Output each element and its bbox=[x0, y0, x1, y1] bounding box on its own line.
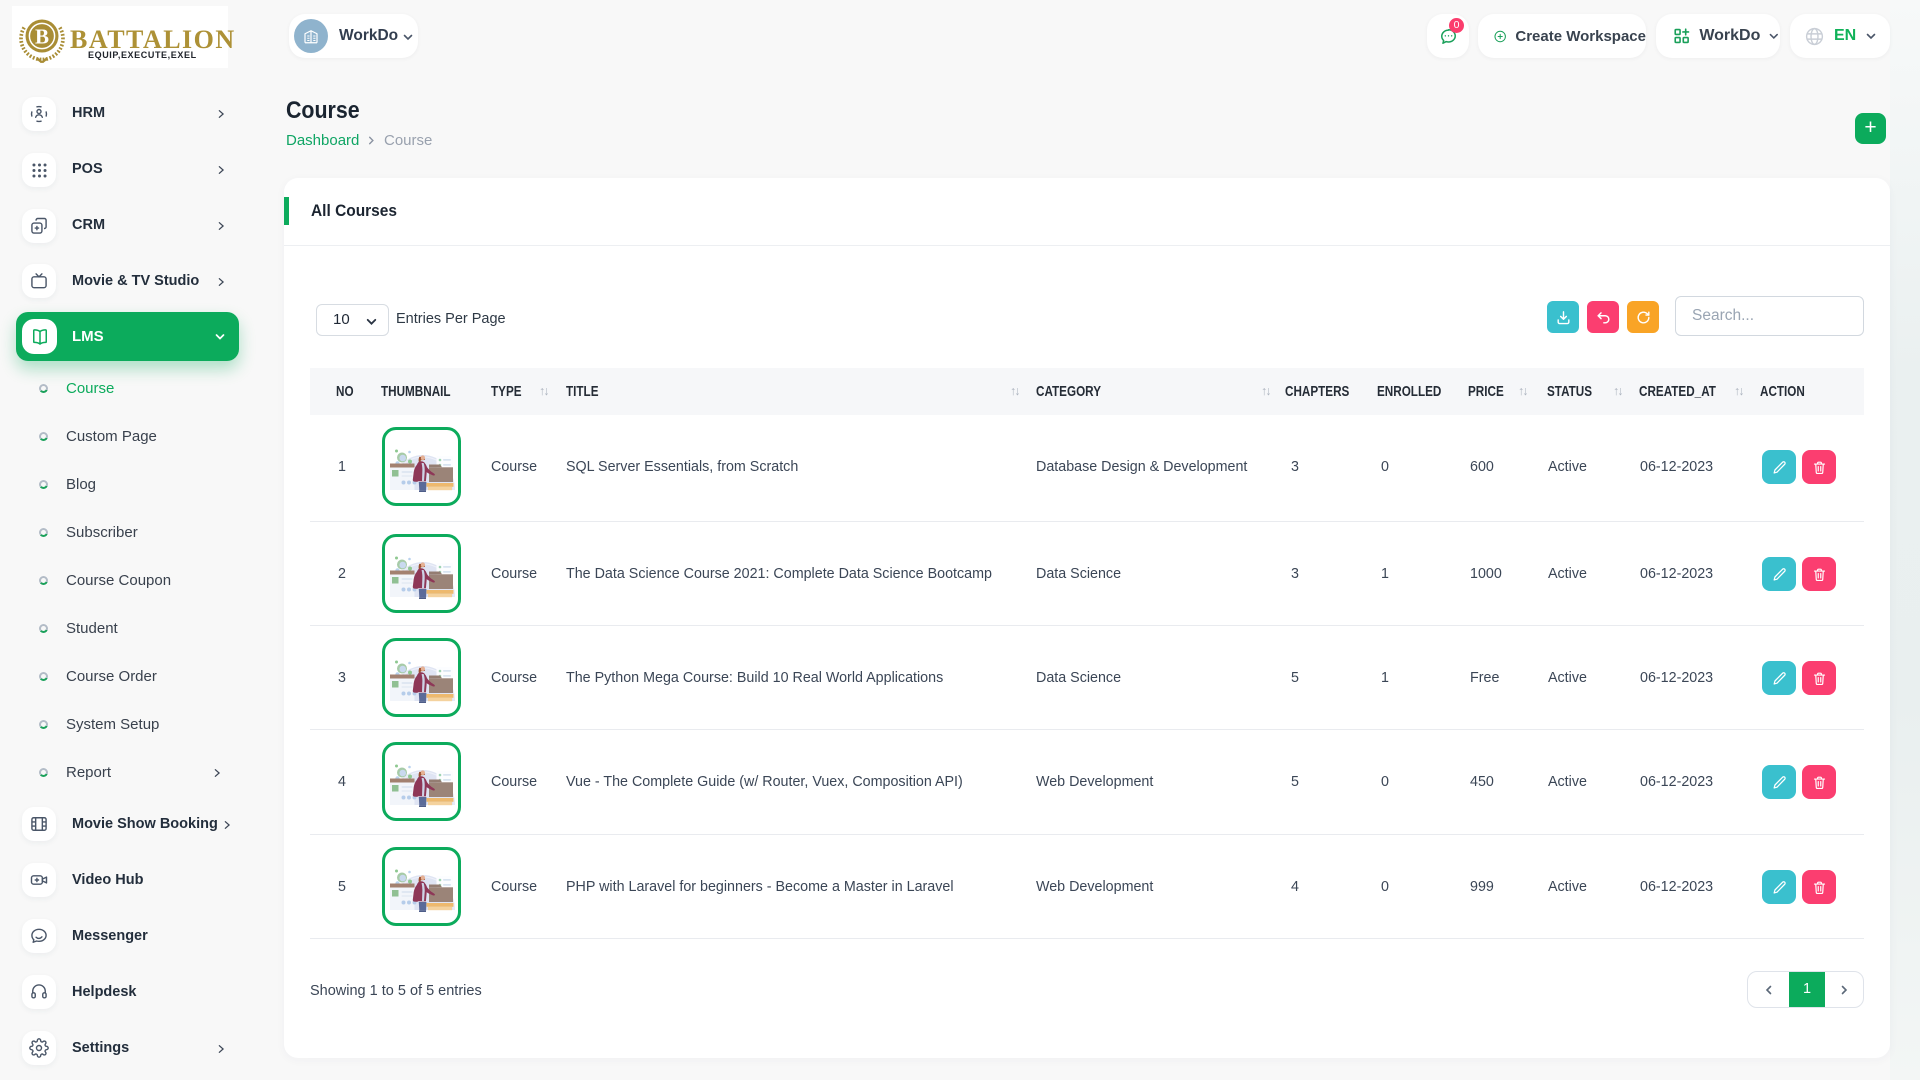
svg-text:B: B bbox=[35, 25, 49, 49]
